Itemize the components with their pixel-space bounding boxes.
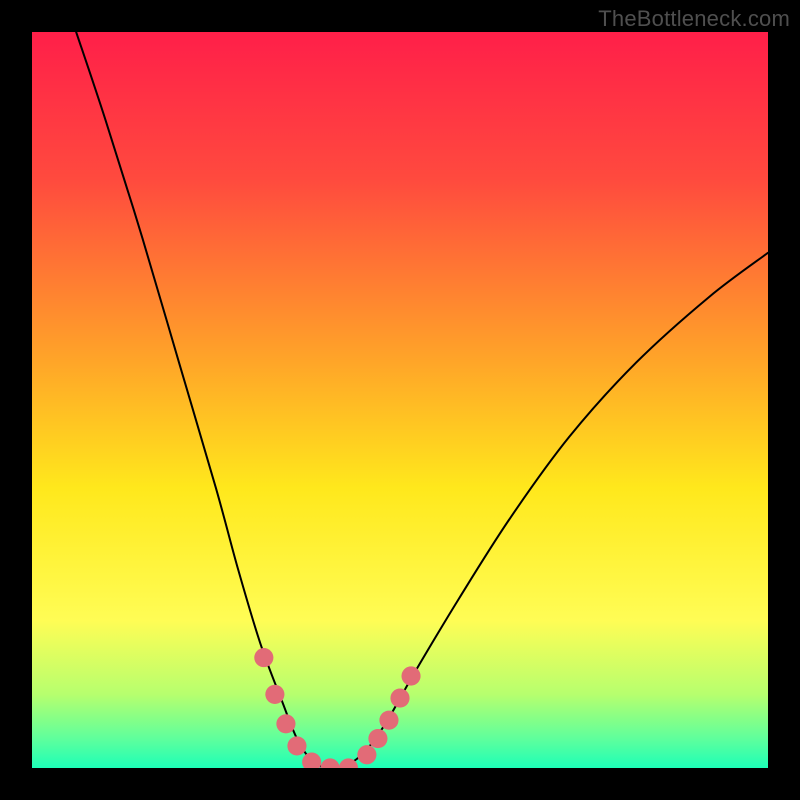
trough-marker bbox=[276, 714, 295, 733]
trough-marker bbox=[265, 685, 284, 704]
trough-marker bbox=[390, 689, 409, 708]
trough-marker bbox=[287, 736, 306, 755]
trough-marker bbox=[254, 648, 273, 667]
trough-marker bbox=[357, 745, 376, 764]
chart-background bbox=[32, 32, 768, 768]
trough-marker bbox=[379, 711, 398, 730]
trough-marker bbox=[401, 666, 420, 685]
bottleneck-chart bbox=[32, 32, 768, 768]
watermark-text: TheBottleneck.com bbox=[598, 6, 790, 32]
chart-frame: TheBottleneck.com bbox=[0, 0, 800, 800]
trough-marker bbox=[368, 729, 387, 748]
